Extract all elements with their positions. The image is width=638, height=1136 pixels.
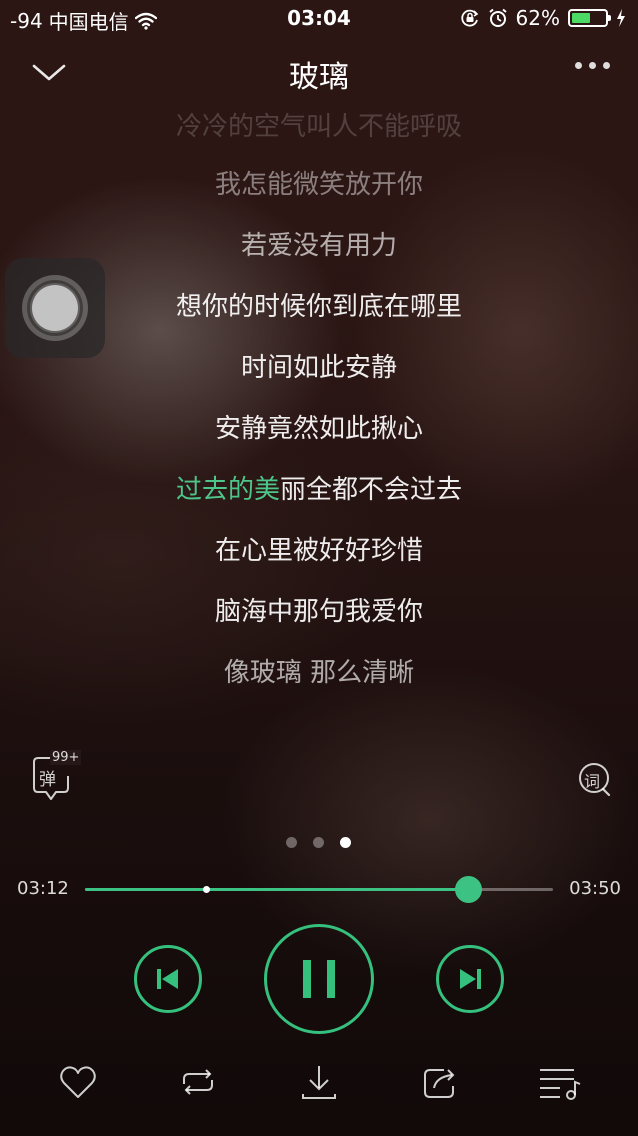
lyric-unsung-part: 丽全都不会过去 [280,475,463,505]
song-title: 玻璃 [289,60,349,95]
status-bar: -94 中国电信 03:04 62% [0,0,638,36]
heart-icon [60,1066,96,1098]
page-dot-active[interactable] [340,837,351,848]
lyric-line: 脑海中那句我爱你 [214,597,423,627]
skip-previous-icon [157,969,178,989]
repeat-mode-button[interactable] [176,1060,220,1104]
pause-icon [303,960,335,998]
progress-marker [202,886,210,893]
next-button[interactable] [436,945,504,1013]
skip-next-icon [460,969,481,989]
page-dot[interactable] [313,837,324,848]
lyric-line: 若爱没有用力 [240,231,397,261]
danmu-button[interactable]: 弹 99+ [30,750,82,802]
download-icon [302,1066,336,1099]
lyric-line: 冷冷的空气叫人不能呼吸 [175,112,462,142]
page-dot[interactable] [286,837,297,848]
repeat-icon [183,1069,213,1095]
alarm-icon [488,8,507,27]
status-right: 62% [460,6,626,30]
charging-bolt-icon [617,9,625,27]
battery-cap [608,15,611,21]
previous-button[interactable] [134,945,202,1013]
lyric-button-label: 词 [584,772,601,791]
lyrics-view[interactable]: 冷冷的空气叫人不能呼吸 我怎能微笑放开你 若爱没有用力 想你的时候你到底在哪里 … [0,110,638,710]
lyric-poster-button[interactable]: 词 [577,762,613,798]
page-indicator [286,837,351,848]
play-pause-button[interactable] [264,924,374,1034]
more-dots-icon [575,62,582,69]
favorite-button[interactable] [56,1060,100,1104]
lyric-line-current: 过去的美丽全都不会过去 [0,473,638,507]
more-button[interactable] [575,62,610,69]
share-icon [424,1069,455,1098]
battery-icon [568,9,611,27]
elapsed-time: 03:12 [17,878,69,899]
progress-fill [85,888,468,891]
lyric-line: 像玻璃 那么清晰 [223,658,415,688]
progress-slider[interactable] [85,876,553,903]
more-dot [589,62,596,69]
battery-percent: 62% [515,6,560,30]
assistive-touch-button[interactable] [5,258,105,358]
playlist-button[interactable] [538,1060,582,1104]
danmu-count-badge: 99+ [50,750,82,765]
danmu-label: 弹 [39,770,56,790]
lyric-line: 我怎能微笑放开你 [214,170,423,200]
more-dot [603,62,610,69]
total-time: 03:50 [569,878,621,899]
orientation-lock-icon [460,9,478,27]
lyric-line: 安静竟然如此揪心 [214,414,423,444]
progress-thumb[interactable] [454,876,482,903]
battery-fill [572,13,591,23]
playlist-icon [540,1069,581,1100]
lyric-line: 在心里被好好珍惜 [214,536,423,566]
bottom-action-bar [0,1060,638,1110]
share-button[interactable] [418,1060,462,1104]
assistive-touch-dot [32,285,78,331]
download-button[interactable] [297,1060,341,1104]
lyric-sung-part: 过去的美 [175,475,280,505]
player-header: 玻璃 [0,40,638,106]
lyric-line: 时间如此安静 [240,353,397,383]
